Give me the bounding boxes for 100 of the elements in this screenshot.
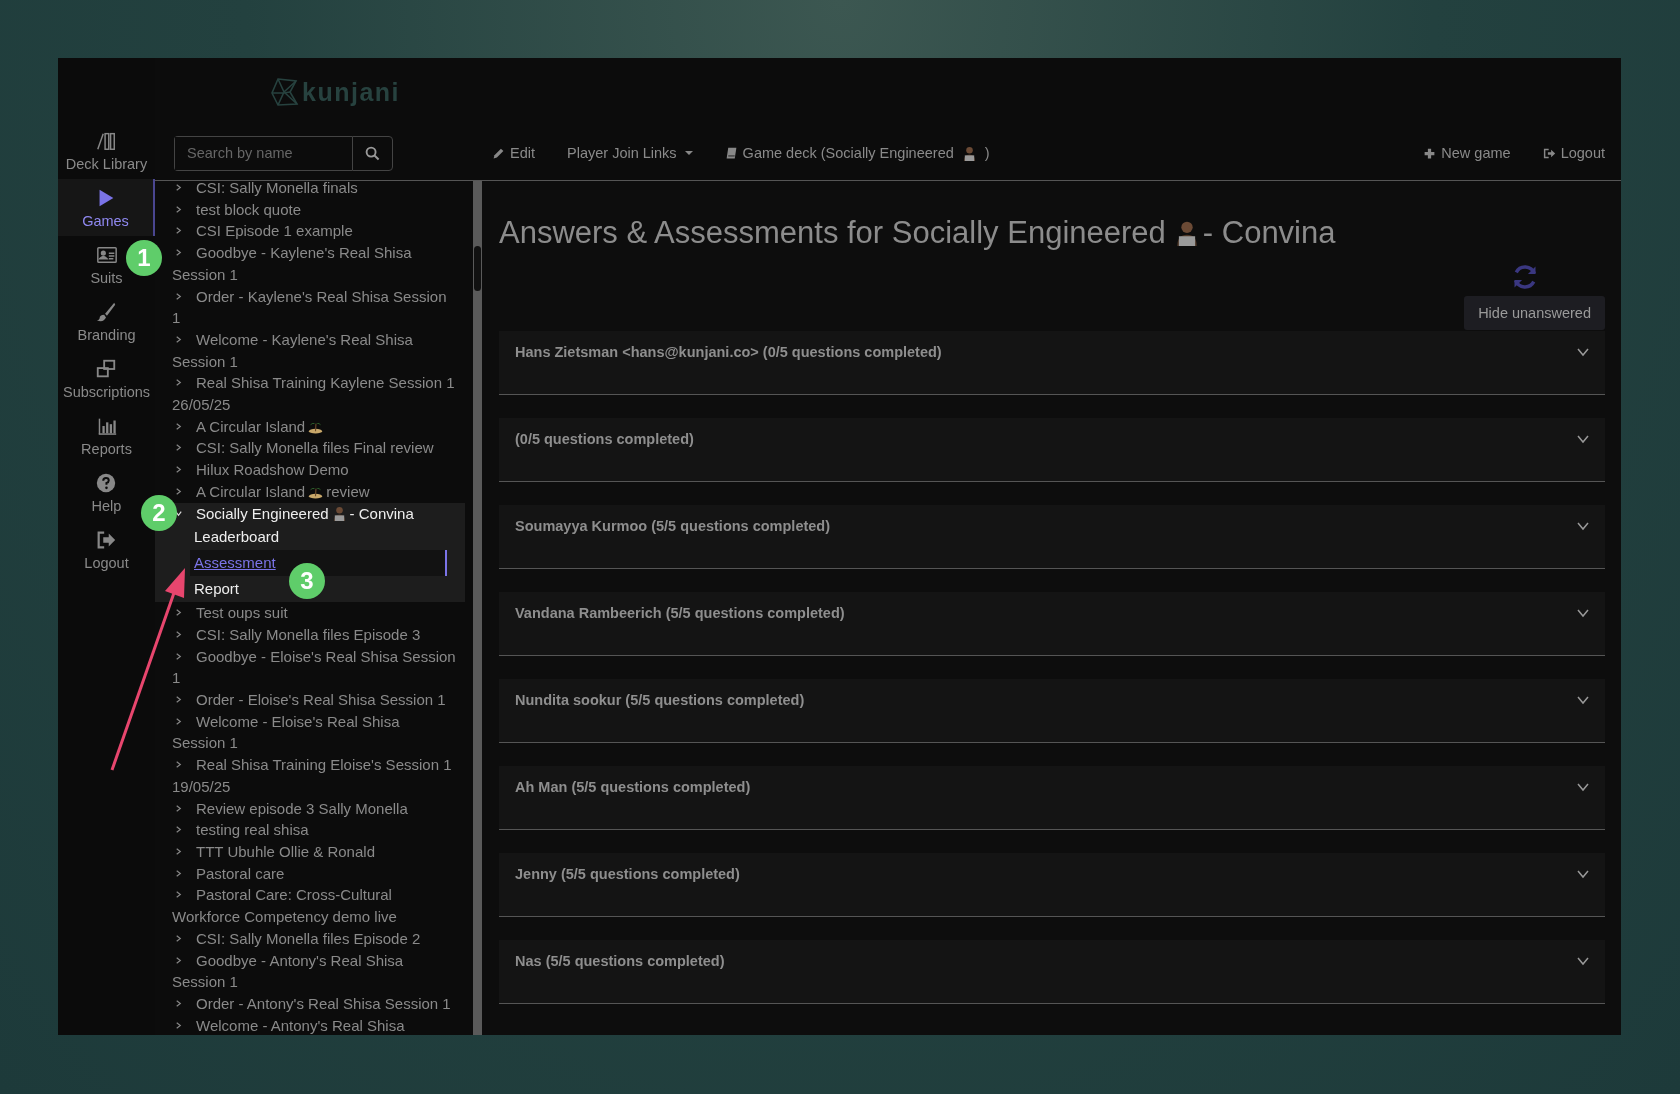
- game-item[interactable]: Welcome - Eloise's Real Shisa Session 1: [172, 710, 457, 755]
- chevron-right-icon[interactable]: [174, 716, 183, 726]
- accordion-panel[interactable]: (0/5 questions completed): [499, 418, 1605, 482]
- chevron-right-icon[interactable]: [174, 486, 183, 496]
- link-label: New game: [1441, 145, 1511, 161]
- game-item[interactable]: TTT Ubuhle Ollie & Ronald: [172, 841, 375, 863]
- nav-item[interactable]: Reports: [81, 407, 132, 464]
- toolbar-link[interactable]: Edit: [492, 145, 535, 161]
- chevron-right-icon[interactable]: [174, 890, 183, 900]
- game-item[interactable]: CSI: Sally Monella files Final review: [172, 437, 434, 460]
- game-item[interactable]: CSI: Sally Monella finals: [172, 177, 358, 199]
- submenu-item[interactable]: Leaderboard: [190, 524, 296, 551]
- chevron-right-icon[interactable]: [174, 803, 183, 813]
- chevron-right-icon[interactable]: [174, 183, 183, 192]
- game-item[interactable]: A Circular Island: [196, 482, 306, 500]
- player-summary: Ah Man (5/5 questions completed): [515, 779, 751, 795]
- accordion-panel[interactable]: Soumayya Kurmoo (5/5 questions completed): [499, 505, 1605, 569]
- accordion-panel[interactable]: Ah Man (5/5 questions completed): [499, 766, 1605, 830]
- chevron-right-icon[interactable]: [174, 334, 183, 344]
- game-item[interactable]: CSI: Sally Monella files Episode 2: [172, 927, 421, 950]
- scrollbar[interactable]: [473, 181, 482, 1035]
- game-item[interactable]: Welcome - Antony's Real Shisa: [172, 1014, 405, 1035]
- game-item[interactable]: testing real shisa: [172, 819, 309, 841]
- game-item[interactable]: CSI: Sally Monella files Episode 3: [172, 623, 421, 646]
- accordion-panel[interactable]: Nundita sookur (5/5 questions completed): [499, 679, 1605, 743]
- chevron-right-icon[interactable]: [174, 465, 183, 475]
- logout-icon: [1542, 146, 1556, 160]
- search-icon: [365, 145, 380, 161]
- windows-icon: [95, 357, 118, 380]
- page-title: - Convina: [1202, 215, 1336, 251]
- submenu-item[interactable]: Report: [190, 576, 256, 603]
- nav-item[interactable]: Suits: [90, 236, 123, 293]
- chevron-right-icon[interactable]: [174, 629, 183, 639]
- nav-item[interactable]: Branding: [77, 293, 136, 350]
- search-button[interactable]: [352, 135, 393, 171]
- chevron-right-icon[interactable]: [174, 847, 183, 856]
- game-item[interactable]: Order - Kaylene's Real Shisa Session 1: [172, 285, 457, 329]
- person-laptop-icon: [331, 505, 347, 521]
- game-item[interactable]: Order - Eloise's Real Shisa Session 1: [172, 689, 446, 711]
- chevron-right-icon[interactable]: [174, 248, 183, 258]
- player-summary: (0/5 questions completed): [515, 431, 694, 447]
- link-label: ): [984, 145, 990, 161]
- brush-icon: [95, 300, 118, 323]
- player-summary: Nundita sookur (5/5 questions completed): [515, 692, 805, 708]
- game-item-suffix[interactable]: review: [326, 482, 370, 500]
- game-item[interactable]: Goodbye - Kaylene's Real Shisa Session 1: [172, 242, 457, 286]
- nav-item[interactable]: Help: [91, 464, 122, 521]
- pencil-icon: [492, 146, 505, 160]
- chevron-right-icon[interactable]: [174, 421, 183, 431]
- game-item[interactable]: Hilux Roadshow Demo: [172, 459, 349, 481]
- chevron-right-icon[interactable]: [174, 378, 183, 388]
- game-item[interactable]: Test oups suit: [172, 602, 288, 624]
- game-item[interactable]: Order - Antony's Real Shisa Session 1: [172, 992, 451, 1015]
- chevron-right-icon[interactable]: [174, 933, 183, 943]
- game-item[interactable]: Goodbye - Eloise's Real Shisa Session 1: [172, 645, 457, 690]
- game-item[interactable]: Pastoral Care: Cross-Cultural Workforce Competency demo live: [172, 884, 457, 928]
- chevron-right-icon[interactable]: [174, 443, 183, 453]
- chevron-right-icon[interactable]: [174, 760, 183, 770]
- game-item[interactable]: Pastoral care: [172, 862, 285, 885]
- person-laptop-icon: [961, 145, 977, 161]
- nav-item[interactable]: Deck Library: [65, 122, 148, 179]
- chevron-right-icon[interactable]: [174, 695, 183, 705]
- game-item[interactable]: CSI Episode 1 example: [172, 220, 353, 243]
- player-summary: Nas (5/5 questions completed): [515, 953, 725, 969]
- link-label: Game deck (Socially Engineered: [742, 145, 954, 161]
- game-item[interactable]: Real Shisa Training Eloise's Session 1 19/05/25: [172, 754, 457, 798]
- search-field[interactable]: Search by name: [174, 135, 352, 171]
- game-item[interactable]: Goodbye - Antony's Real Shisa Session 1: [172, 949, 457, 993]
- accordion-panel[interactable]: Vandana Rambeerich (5/5 questions completed): [499, 592, 1605, 656]
- game-item-suffix[interactable]: - Convina: [349, 504, 414, 522]
- game-item[interactable]: Review episode 3 Sally Monella: [172, 797, 408, 820]
- hide-unanswered-button[interactable]: Hide unanswered: [1464, 296, 1605, 330]
- toolbar-link[interactable]: Logout: [1542, 145, 1605, 161]
- chevron-right-icon[interactable]: [174, 291, 183, 301]
- game-item[interactable]: Real Shisa Training Kaylene Session 1 26/05/25: [172, 372, 457, 416]
- chevron-right-icon[interactable]: [174, 868, 183, 878]
- chevron-right-icon[interactable]: [174, 1020, 183, 1030]
- nav-item[interactable]: Subscriptions: [62, 350, 150, 407]
- game-item[interactable]: A Circular Island: [196, 417, 306, 435]
- accordion-panel[interactable]: Hans Zietsman <hans@kunjani.co> (0/5 questions completed): [499, 331, 1605, 395]
- book-icon: [724, 146, 738, 160]
- chevron-right-icon[interactable]: [174, 608, 183, 618]
- chevron-right-icon[interactable]: [174, 955, 183, 965]
- toolbar-link[interactable]: New game: [1423, 145, 1511, 161]
- chevron-right-icon[interactable]: [174, 226, 183, 236]
- chevron-right-icon[interactable]: [174, 825, 183, 835]
- chevron-right-icon[interactable]: [174, 998, 183, 1008]
- link-label: Logout: [1560, 145, 1605, 161]
- game-item[interactable]: test block quote: [172, 198, 302, 221]
- page-title: Answers & Assessments for Socially Engineered: [499, 215, 1166, 251]
- chevron-right-icon[interactable]: [174, 204, 183, 214]
- player-summary: Soumayya Kurmoo (5/5 questions completed): [515, 518, 831, 534]
- chevron-right-icon[interactable]: [174, 651, 183, 661]
- accordion-panel[interactable]: Nas (5/5 questions completed): [499, 940, 1605, 1004]
- game-item[interactable]: Socially Engineered: [196, 504, 329, 522]
- player-summary: Hans Zietsman <hans@kunjani.co> (0/5 questions completed): [515, 344, 942, 360]
- game-item[interactable]: Welcome - Kaylene's Real Shisa Session 1: [172, 328, 457, 373]
- accordion-panel[interactable]: Jenny (5/5 questions completed): [499, 853, 1605, 917]
- nav-item[interactable]: Logout: [84, 521, 129, 578]
- toolbar-link[interactable]: Game deck (Socially Engineered ): [724, 145, 990, 161]
